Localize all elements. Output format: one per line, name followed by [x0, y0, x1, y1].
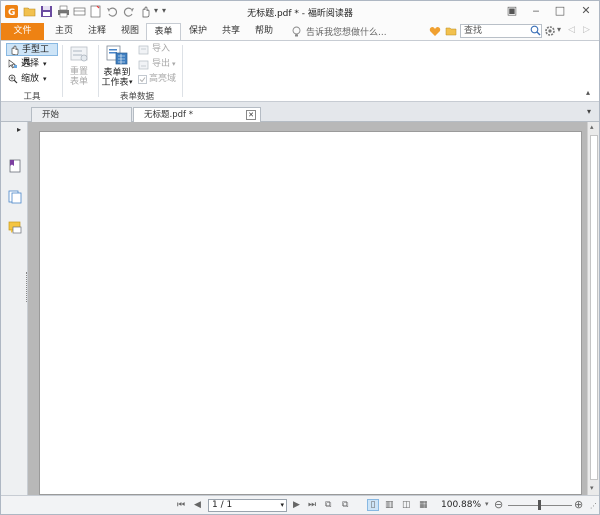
checkbox-checked-icon	[138, 75, 147, 84]
forward-arrow-icon[interactable]: ▷	[583, 25, 590, 35]
tab-home[interactable]: 主页	[48, 23, 80, 40]
scroll-down-icon[interactable]: ▾	[590, 484, 594, 492]
gear-icon[interactable]	[544, 25, 556, 37]
scroll-up-icon[interactable]: ▴	[590, 123, 594, 131]
form-data-group-label: 表单数据	[119, 92, 154, 102]
previous-view-icon[interactable]: ⧉	[325, 500, 331, 510]
hand-icon	[11, 45, 19, 55]
close-tab-icon[interactable]: ✕	[246, 110, 256, 120]
zoom-dropdown-icon[interactable]: ▾	[485, 500, 489, 508]
doc-tab-untitled-label: 无标题.pdf *	[144, 110, 193, 120]
form-to-sheet-button[interactable]: 表单到 工作表 ▾	[100, 43, 134, 89]
continuous-page-icon[interactable]: ▥	[385, 500, 394, 510]
title-bar: G ▾ ▾ 无标题.pdf * - 福昕阅读器 ▣ ‒ □ ✕	[1, 1, 599, 23]
tab-file[interactable]: 文件	[1, 23, 44, 40]
vertical-scrollbar[interactable]: ▴ ▾	[587, 122, 599, 495]
next-page-icon[interactable]: ▶	[293, 500, 300, 510]
import-button[interactable]: 导入	[137, 43, 177, 56]
document-tab-strip: 开始 无标题.pdf * ✕ ▾	[1, 102, 599, 123]
tab-protect[interactable]: 保护	[182, 23, 214, 40]
export-dropdown-icon: ▾	[172, 60, 176, 68]
document-view[interactable]: ▴ ▾	[28, 122, 599, 495]
highlight-fields-checkbox[interactable]: 高亮域	[137, 73, 181, 86]
select-dropdown-icon: ▾	[43, 60, 47, 68]
reset-form-button[interactable]: 重置 表单	[65, 43, 93, 87]
zoom-in-icon[interactable]: ⊕	[574, 498, 583, 511]
resize-grip-icon[interactable]: ⋰	[590, 502, 597, 510]
export-button[interactable]: 导出 ▾	[137, 58, 177, 71]
facing-page-icon[interactable]: ◫	[402, 500, 411, 510]
comments-icon[interactable]	[8, 221, 22, 235]
pdf-page[interactable]	[39, 131, 582, 495]
form-to-sheet-icon	[106, 45, 128, 65]
search-icon[interactable]	[530, 25, 541, 36]
select-tool-label: 选择	[21, 59, 40, 69]
scrollbar-thumb[interactable]	[590, 135, 598, 480]
reset-form-icon	[70, 46, 88, 62]
export-label: 导出	[152, 59, 171, 69]
first-page-icon[interactable]: ⏮	[177, 500, 185, 510]
import-label: 导入	[152, 44, 171, 54]
select-tool-button[interactable]: 选择 ▾	[6, 58, 58, 71]
expand-panel-icon[interactable]: ▸	[17, 125, 21, 134]
folder-search-icon[interactable]	[445, 25, 457, 37]
ribbon-form: 手型工具 选择 ▾ 缩放 ▾ 工具 重置 表单 表单到 工作表 ▾ 导入 导出 …	[1, 40, 599, 102]
lightbulb-icon	[292, 26, 301, 37]
page-number-value: 1 / 1	[212, 500, 233, 510]
reset-form-label-2: 表单	[69, 77, 88, 87]
doc-tab-start[interactable]: 开始	[31, 107, 132, 123]
tab-list-dropdown-icon[interactable]: ▾	[587, 107, 591, 116]
form-to-sheet-label-2: 工作表	[101, 78, 129, 88]
ribbon-separator	[182, 45, 183, 97]
gear-dropdown-icon[interactable]: ▾	[557, 25, 561, 34]
ribbon-separator	[62, 45, 63, 97]
app-window: G ▾ ▾ 无标题.pdf * - 福昕阅读器 ▣ ‒ □ ✕ 文件 主页 注释…	[0, 0, 600, 515]
maximize-button[interactable]: □	[553, 4, 567, 18]
hand-tool-button[interactable]: 手型工具	[6, 43, 58, 68]
import-icon	[138, 45, 149, 55]
bookmarks-icon[interactable]	[8, 159, 22, 173]
next-view-icon[interactable]: ⧉	[342, 500, 348, 510]
zoom-tool-button[interactable]: 缩放 ▾	[6, 73, 58, 86]
zoom-icon	[8, 74, 18, 84]
status-bar: ⏮ ◀ 1 / 1 ▾ ▶ ⏭ ⧉ ⧉ ▯ ▥ ◫ ▦ 100.88% ▾ ⊖ …	[1, 495, 599, 514]
zoom-level[interactable]: 100.88%	[441, 500, 481, 510]
zoom-slider-handle[interactable]	[538, 500, 541, 510]
doc-tab-untitled[interactable]: 无标题.pdf * ✕	[133, 107, 261, 123]
pages-icon[interactable]	[8, 190, 22, 204]
layout-icon[interactable]: ▣	[505, 4, 519, 18]
navigation-panel: ▸	[1, 122, 28, 495]
zoom-out-icon[interactable]: ⊖	[494, 498, 503, 511]
export-icon	[138, 60, 149, 70]
tab-view[interactable]: 视图	[114, 23, 146, 40]
continuous-facing-icon[interactable]: ▦	[419, 500, 428, 510]
back-arrow-icon[interactable]: ◁	[568, 25, 575, 35]
tab-form[interactable]: 表单	[146, 23, 181, 41]
prev-page-icon[interactable]: ◀	[194, 500, 201, 510]
zoom-dropdown-icon: ▾	[43, 75, 47, 83]
zoom-tool-label: 缩放	[21, 74, 40, 84]
form-to-sheet-label-1: 表单到	[103, 68, 131, 78]
reset-form-label-1: 重置	[69, 67, 88, 77]
tab-comment[interactable]: 注释	[81, 23, 113, 40]
minimize-button[interactable]: ‒	[529, 4, 543, 18]
page-number-field[interactable]: 1 / 1 ▾	[208, 499, 287, 512]
heart-icon[interactable]	[429, 26, 441, 37]
highlight-fields-label: 高亮域	[149, 74, 177, 84]
tools-group-label: 工具	[23, 92, 41, 102]
close-button[interactable]: ✕	[579, 4, 593, 18]
tab-help[interactable]: 帮助	[248, 23, 280, 40]
single-page-icon[interactable]: ▯	[367, 499, 379, 511]
last-page-icon[interactable]: ⏭	[308, 500, 316, 510]
tell-me-input[interactable]: 告诉我您想做什么...	[306, 25, 441, 38]
tab-share[interactable]: 共享	[215, 23, 247, 40]
form-to-sheet-dropdown-icon: ▾	[129, 78, 133, 86]
page-dropdown-icon[interactable]: ▾	[280, 500, 284, 511]
collapse-ribbon-icon[interactable]: ▴	[586, 88, 590, 97]
select-cursor-icon	[8, 59, 17, 69]
